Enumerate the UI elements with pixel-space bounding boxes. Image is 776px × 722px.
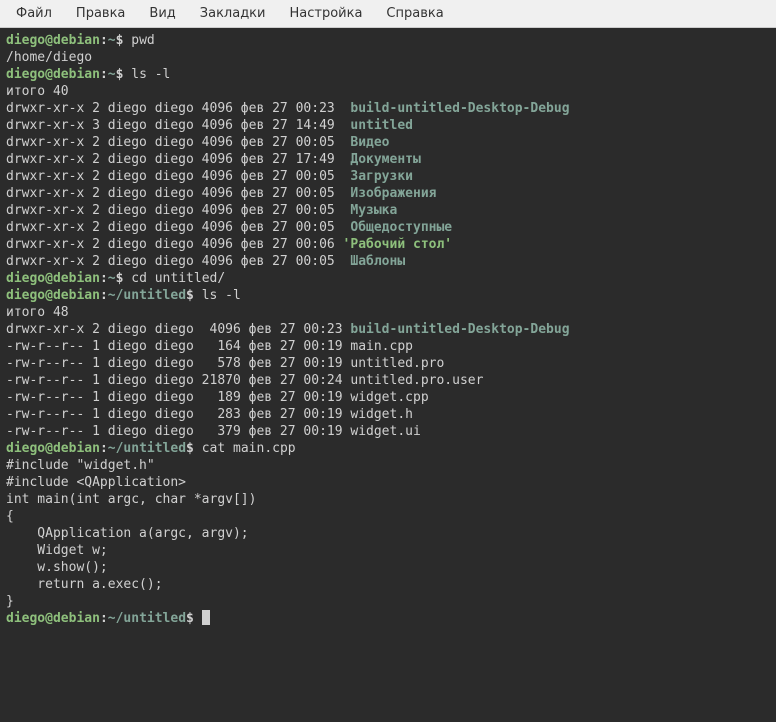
menu-bookmarks[interactable]: Закладки: [188, 2, 278, 25]
ls-filename: Шаблоны: [350, 254, 405, 269]
prompt-host: debian: [53, 288, 100, 303]
ls-filename: Видео: [350, 135, 389, 150]
prompt-host: debian: [53, 33, 100, 48]
menu-settings[interactable]: Настройка: [277, 2, 374, 25]
prompt-dollar: $: [186, 441, 194, 456]
menu-help[interactable]: Справка: [374, 2, 455, 25]
prompt-colon: :: [100, 33, 108, 48]
ls-row: -rw-r--r-- 1 diego diego 164 фев 27 00:1…: [6, 338, 770, 355]
prompt-colon: :: [100, 271, 108, 286]
ls-filename: 'Рабочий стол': [343, 237, 453, 252]
ls-row: drwxr-xr-x 2 diego diego 4096 фев 27 00:…: [6, 219, 770, 236]
ls-filename: Загрузки: [350, 169, 413, 184]
ls-row: drwxr-xr-x 2 diego diego 4096 фев 27 00:…: [6, 134, 770, 151]
ls-row: drwxr-xr-x 2 diego diego 4096 фев 27 00:…: [6, 236, 770, 253]
ls-filename: Изображения: [350, 186, 436, 201]
prompt-host: debian: [53, 441, 100, 456]
prompt-at: @: [45, 67, 53, 82]
prompt-path: ~/untitled: [108, 611, 186, 626]
prompt-user: diego: [6, 611, 45, 626]
output-line: #include <QApplication>: [6, 474, 770, 491]
prompt-at: @: [45, 271, 53, 286]
output-line: int main(int argc, char *argv[]): [6, 491, 770, 508]
prompt-host: debian: [53, 67, 100, 82]
prompt-user: diego: [6, 271, 45, 286]
prompt-path: ~/untitled: [108, 441, 186, 456]
ls-filename: Документы: [350, 152, 420, 167]
prompt-user: diego: [6, 33, 45, 48]
ls-filename: Общедоступные: [350, 220, 452, 235]
prompt-dollar: $: [116, 271, 124, 286]
menu-file[interactable]: Файл: [4, 2, 64, 25]
output-line: QApplication a(argc, argv);: [6, 525, 770, 542]
prompt-dollar: $: [116, 33, 124, 48]
prompt-at: @: [45, 611, 53, 626]
ls-row: drwxr-xr-x 2 diego diego 4096 фев 27 17:…: [6, 151, 770, 168]
prompt-colon: :: [100, 67, 108, 82]
ls-filename: build-untitled-Desktop-Debug: [350, 322, 569, 337]
ls-filename: untitled.pro.user: [350, 373, 483, 388]
ls-row: drwxr-xr-x 2 diego diego 4096 фев 27 00:…: [6, 321, 770, 338]
cursor: [202, 610, 210, 625]
prompt-user: diego: [6, 441, 45, 456]
output-line: #include "widget.h": [6, 457, 770, 474]
menubar: Файл Правка Вид Закладки Настройка Справ…: [0, 0, 776, 28]
menu-edit[interactable]: Правка: [64, 2, 137, 25]
prompt-colon: :: [100, 441, 108, 456]
prompt-at: @: [45, 33, 53, 48]
prompt-colon: :: [100, 611, 108, 626]
output-line: }: [6, 593, 770, 610]
ls-filename: main.cpp: [350, 339, 413, 354]
prompt-host: debian: [53, 611, 100, 626]
prompt-dollar: $: [186, 288, 194, 303]
ls-row: drwxr-xr-x 2 diego diego 4096 фев 27 00:…: [6, 168, 770, 185]
prompt-dollar: $: [186, 611, 194, 626]
prompt-user: diego: [6, 288, 45, 303]
prompt-at: @: [45, 441, 53, 456]
command: ls -l: [202, 288, 241, 303]
ls-row: -rw-r--r-- 1 diego diego 379 фев 27 00:1…: [6, 423, 770, 440]
ls-filename: widget.ui: [350, 424, 420, 439]
command: ls -l: [131, 67, 170, 82]
ls-row: drwxr-xr-x 2 diego diego 4096 фев 27 00:…: [6, 253, 770, 270]
ls-row: drwxr-xr-x 2 diego diego 4096 фев 27 00:…: [6, 100, 770, 117]
prompt-path: ~: [108, 271, 116, 286]
ls-row: -rw-r--r-- 1 diego diego 283 фев 27 00:1…: [6, 406, 770, 423]
ls-filename: untitled.pro: [350, 356, 444, 371]
output-line: /home/diego: [6, 49, 770, 66]
output-line: w.show();: [6, 559, 770, 576]
prompt-at: @: [45, 288, 53, 303]
ls-filename: untitled: [350, 118, 413, 133]
output-line: {: [6, 508, 770, 525]
ls-row: -rw-r--r-- 1 diego diego 21870 фев 27 00…: [6, 372, 770, 389]
output-line: итого 40: [6, 83, 770, 100]
ls-filename: build-untitled-Desktop-Debug: [350, 101, 569, 116]
ls-row: -rw-r--r-- 1 diego diego 578 фев 27 00:1…: [6, 355, 770, 372]
terminal-output[interactable]: diego@debian:~$ pwd/home/diegodiego@debi…: [0, 28, 776, 722]
prompt-path: ~: [108, 33, 116, 48]
command: cat main.cpp: [202, 441, 296, 456]
command: pwd: [131, 33, 154, 48]
ls-row: drwxr-xr-x 2 diego diego 4096 фев 27 00:…: [6, 185, 770, 202]
ls-filename: Музыка: [350, 203, 397, 218]
prompt-dollar: $: [116, 67, 124, 82]
ls-row: drwxr-xr-x 3 diego diego 4096 фев 27 14:…: [6, 117, 770, 134]
ls-filename: widget.h: [350, 407, 413, 422]
prompt-path: ~/untitled: [108, 288, 186, 303]
menu-view[interactable]: Вид: [137, 2, 187, 25]
prompt-user: diego: [6, 67, 45, 82]
command: cd untitled/: [131, 271, 225, 286]
output-line: итого 48: [6, 304, 770, 321]
output-line: Widget w;: [6, 542, 770, 559]
prompt-path: ~: [108, 67, 116, 82]
ls-row: -rw-r--r-- 1 diego diego 189 фев 27 00:1…: [6, 389, 770, 406]
ls-row: drwxr-xr-x 2 diego diego 4096 фев 27 00:…: [6, 202, 770, 219]
ls-filename: widget.cpp: [350, 390, 428, 405]
prompt-colon: :: [100, 288, 108, 303]
prompt-host: debian: [53, 271, 100, 286]
output-line: return a.exec();: [6, 576, 770, 593]
